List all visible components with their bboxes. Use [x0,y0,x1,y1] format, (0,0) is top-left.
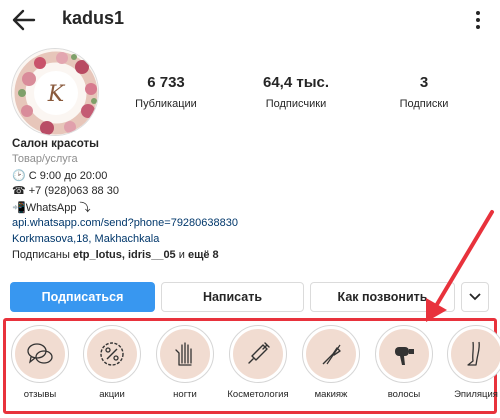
posts-count: 6 733 [147,74,185,91]
chevron-down-icon [469,293,481,301]
leg-icon [467,341,480,366]
follow-button[interactable]: Подписаться [10,282,155,312]
followed-by-names: etp_lotus, idris__05 [72,249,176,261]
profile-avatar[interactable]: K [11,48,99,136]
hand-nails-icon [175,342,192,366]
hair-dryer-icon [395,347,414,365]
percent-badge-icon [100,342,124,366]
highlight-label: макияж [314,389,348,400]
highlight-item-cosmetology[interactable]: Косметология [223,325,293,400]
highlight-item-hair[interactable]: волосы [369,325,439,400]
top-bar: kadus1 [0,0,500,40]
highlight-label: Косметология [227,389,289,400]
speech-bubbles-icon [27,343,53,364]
profile-name: Салон красоты [12,138,99,150]
highlight-label: акции [99,389,125,400]
following-label: Подписки [399,98,449,110]
suggested-dropdown-button[interactable] [461,282,489,312]
profile-username: kadus1 [62,8,125,28]
message-button[interactable]: Написать [161,282,304,312]
highlight-label: волосы [387,389,421,400]
highlight-label: ногти [173,389,197,400]
stat-followers[interactable]: 64,4 тыс. Подписчики [241,74,351,110]
highlight-item-reviews[interactable]: отзывы [5,325,75,400]
highlight-label: Эпиляция [454,389,498,400]
profile-link[interactable]: api.whatsapp.com/send?phone=79280638830 [12,217,238,229]
highlight-item-makeup[interactable]: макияж [296,325,366,400]
profile-category: Товар/услуга [12,153,78,165]
highlight-item-epilation[interactable]: Эпиляция [441,325,500,400]
profile-address[interactable]: Korkmasova,18, Makhachkala [12,233,159,245]
stat-following[interactable]: 3 Подписки [369,74,479,110]
followed-by-and: и [175,249,188,261]
more-vertical-icon[interactable] [468,8,488,32]
profile-hours: 🕑 С 9:00 до 20:00 [12,170,108,182]
floral-logo-icon: K [12,49,98,135]
svg-text:K: K [47,82,66,107]
followed-by[interactable]: Подписаны etp_lotus, idris__05 и ещё 8 [12,249,219,261]
profile-whatsapp: 📲WhatsApp ⤵ [12,202,91,214]
stat-posts[interactable]: 6 733 Публикации [111,74,221,110]
call-button[interactable]: Как позвонить [310,282,455,312]
highlight-label: отзывы [23,389,57,400]
highlight-item-nails[interactable]: ногти [150,325,220,400]
syringe-icon [248,342,270,364]
highlight-item-sales[interactable]: акции [77,325,147,400]
followed-by-more: ещё 8 [187,249,219,261]
profile-phone: ☎ +7 (928)063 88 30 [12,185,119,197]
followers-label: Подписчики [265,98,327,110]
following-count: 3 [419,74,429,91]
makeup-brush-icon [322,344,341,365]
arrow-left-icon[interactable] [10,6,38,34]
posts-label: Публикации [135,98,197,110]
followed-by-prefix: Подписаны [12,249,73,261]
followers-count: 64,4 тыс. [262,74,330,91]
